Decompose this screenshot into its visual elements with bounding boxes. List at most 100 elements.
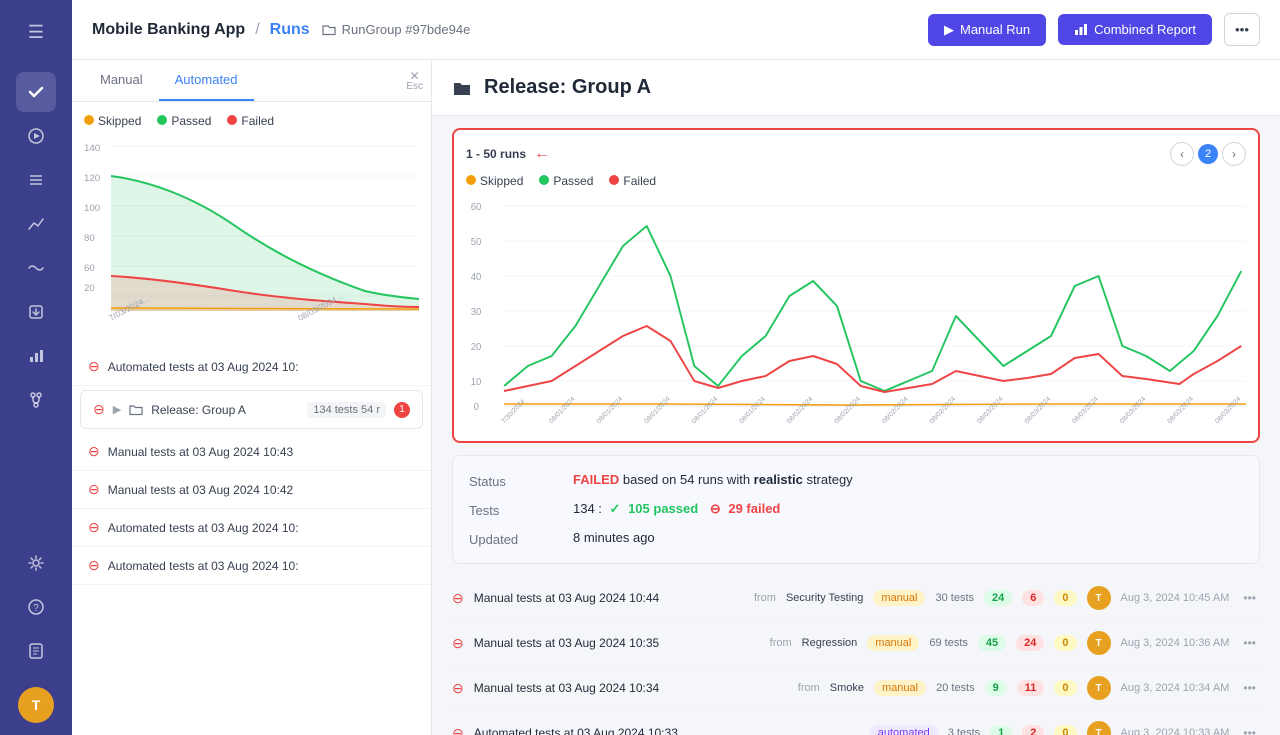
rungroup-badge: RunGroup #97bde94e bbox=[322, 22, 471, 37]
release-folder-icon bbox=[452, 78, 472, 98]
main-line-chart: 60 50 40 30 20 10 0 7/30/ bbox=[466, 196, 1246, 426]
svg-text:20: 20 bbox=[84, 283, 95, 293]
run-more-0[interactable]: ••• bbox=[1239, 591, 1260, 605]
svg-text:10: 10 bbox=[471, 377, 482, 388]
sidebar-gear-icon[interactable] bbox=[16, 543, 56, 583]
run-from-label-2: from bbox=[798, 682, 820, 694]
left-chart-area: Skipped Passed Failed 140 120 100 80 60 … bbox=[72, 102, 431, 348]
right-panel: Release: Group A 1 - 50 runs ← ‹ 2 › bbox=[432, 60, 1280, 735]
play-icon: ▶ bbox=[944, 22, 954, 38]
sidebar-help-icon[interactable]: ? bbox=[16, 587, 56, 627]
user-avatar[interactable]: T bbox=[18, 687, 54, 723]
group-folder-icon bbox=[129, 403, 143, 417]
sidebar-fork-icon[interactable] bbox=[16, 380, 56, 420]
app-name: Mobile Banking App bbox=[92, 21, 245, 39]
run-tag-2: manual bbox=[874, 680, 926, 696]
svg-text:40: 40 bbox=[471, 272, 482, 283]
chart-header: 1 - 50 runs ← ‹ 2 › bbox=[466, 142, 1246, 166]
list-item[interactable]: ⊖ Automated tests at 03 Aug 2024 10: bbox=[72, 509, 431, 547]
sidebar-menu-icon[interactable]: ☰ bbox=[16, 12, 56, 52]
left-legend: Skipped Passed Failed bbox=[84, 114, 419, 128]
combined-report-button[interactable]: Combined Report bbox=[1058, 14, 1212, 45]
list-item[interactable]: ⊖ Automated tests at 03 Aug 2024 10: bbox=[72, 547, 431, 585]
content-area: Manual Automated ✕ Esc Skipped Passed Fa… bbox=[72, 60, 1280, 735]
svg-text:08/01/2024: 08/01/2024 bbox=[548, 395, 577, 425]
svg-text:08/01/2024: 08/01/2024 bbox=[738, 395, 767, 425]
svg-text:100: 100 bbox=[84, 203, 100, 213]
svg-text:50: 50 bbox=[471, 237, 482, 248]
release-header: Release: Group A bbox=[432, 60, 1280, 116]
fail-indicator: ⊖ bbox=[88, 358, 100, 375]
svg-text:140: 140 bbox=[84, 143, 100, 153]
sidebar-wave-icon[interactable] bbox=[16, 248, 56, 288]
svg-text:08/03/2024: 08/03/2024 bbox=[1024, 395, 1053, 425]
legend-failed: Failed bbox=[227, 114, 274, 128]
group-label: Release: Group A bbox=[151, 403, 299, 417]
run-more-3[interactable]: ••• bbox=[1239, 726, 1260, 735]
svg-text:20: 20 bbox=[471, 342, 482, 353]
run-avatar-0: T bbox=[1087, 586, 1111, 610]
list-item[interactable]: ⊖ Automated tests at 03 Aug 2024 10: bbox=[72, 348, 431, 386]
run-passed-0: 24 bbox=[984, 590, 1012, 606]
item-label: Automated tests at 03 Aug 2024 10: bbox=[108, 360, 299, 374]
arrow-icon: ← bbox=[534, 145, 550, 163]
run-fail-dot-3: ⊖ bbox=[452, 725, 464, 735]
sidebar-bar-icon[interactable] bbox=[16, 336, 56, 376]
fail-indicator: ⊖ bbox=[88, 443, 100, 460]
svg-text:08/03/2024: 08/03/2024 bbox=[1119, 395, 1148, 425]
status-panel: Status FAILED based on 54 runs with real… bbox=[452, 455, 1260, 564]
run-name-0: Manual tests at 03 Aug 2024 10:44 bbox=[474, 591, 740, 605]
tests-row: Tests 134 : ✓ 105 passed ⊖ 29 failed bbox=[469, 501, 1243, 518]
sidebar-list-icon[interactable] bbox=[16, 160, 56, 200]
group-count-badge: 1 bbox=[394, 402, 410, 418]
svg-text:120: 120 bbox=[84, 173, 100, 183]
chart-legend-skipped: Skipped bbox=[466, 174, 523, 188]
manual-run-button[interactable]: ▶ Manual Run bbox=[928, 14, 1046, 46]
sidebar-export-icon[interactable] bbox=[16, 292, 56, 332]
run-date-2: Aug 3, 2024 10:34 AM bbox=[1121, 682, 1230, 694]
group-item[interactable]: ⊖ ▶ Release: Group A 134 tests 54 r 1 bbox=[80, 390, 423, 429]
run-date-0: Aug 3, 2024 10:45 AM bbox=[1121, 592, 1230, 604]
prev-nav-button[interactable]: ‹ bbox=[1170, 142, 1194, 166]
chart-navigation: ‹ 2 › bbox=[1170, 142, 1246, 166]
legend-skipped: Skipped bbox=[84, 114, 141, 128]
legend-passed: Passed bbox=[157, 114, 211, 128]
more-options-button[interactable]: ••• bbox=[1224, 13, 1260, 46]
run-more-2[interactable]: ••• bbox=[1239, 681, 1260, 695]
svg-text:0: 0 bbox=[474, 402, 480, 413]
chart-popup: 1 - 50 runs ← ‹ 2 › Skipped Passed Faile… bbox=[452, 128, 1260, 443]
list-item[interactable]: ⊖ Manual tests at 03 Aug 2024 10:43 bbox=[72, 433, 431, 471]
runs-label: 1 - 50 runs bbox=[466, 147, 526, 161]
run-skipped-0: 0 bbox=[1054, 590, 1076, 606]
run-passed-2: 9 bbox=[985, 680, 1007, 696]
sidebar-docs-icon[interactable] bbox=[16, 631, 56, 671]
expand-icon: ▶ bbox=[113, 403, 121, 416]
list-item[interactable]: ⊖ Manual tests at 03 Aug 2024 10:42 bbox=[72, 471, 431, 509]
run-tag-1: manual bbox=[867, 635, 919, 651]
next-nav-button[interactable]: › bbox=[1222, 142, 1246, 166]
rungroup-label: RunGroup #97bde94e bbox=[342, 22, 471, 37]
run-item: ⊖ Manual tests at 03 Aug 2024 10:35 from… bbox=[452, 621, 1260, 666]
run-more-1[interactable]: ••• bbox=[1239, 636, 1260, 650]
item-label: Manual tests at 03 Aug 2024 10:43 bbox=[108, 445, 293, 459]
run-failed-2: 11 bbox=[1017, 680, 1045, 696]
tab-close-button[interactable]: ✕ Esc bbox=[406, 70, 423, 92]
run-failed-3: 2 bbox=[1022, 725, 1044, 735]
run-fail-dot-1: ⊖ bbox=[452, 635, 464, 652]
tabs: Manual Automated ✕ Esc bbox=[72, 60, 431, 102]
tests-value: 134 : ✓ 105 passed ⊖ 29 failed bbox=[573, 501, 780, 517]
run-avatar-1: T bbox=[1087, 631, 1111, 655]
failed-count: ⊖ 29 failed bbox=[710, 501, 781, 516]
sidebar-play-icon[interactable] bbox=[16, 116, 56, 156]
sidebar-check-icon[interactable] bbox=[16, 72, 56, 112]
failed-status: FAILED bbox=[573, 472, 619, 487]
tests-label: Tests bbox=[469, 501, 549, 518]
run-tag-0: manual bbox=[873, 590, 925, 606]
sidebar-trend-icon[interactable] bbox=[16, 204, 56, 244]
status-suffix: based on 54 runs with realistic strategy bbox=[623, 472, 853, 487]
tab-manual[interactable]: Manual bbox=[84, 60, 159, 101]
svg-text:?: ? bbox=[33, 603, 39, 614]
tab-automated[interactable]: Automated bbox=[159, 60, 254, 101]
chart-icon bbox=[1074, 23, 1088, 37]
svg-text:08/02/2024: 08/02/2024 bbox=[834, 395, 863, 425]
